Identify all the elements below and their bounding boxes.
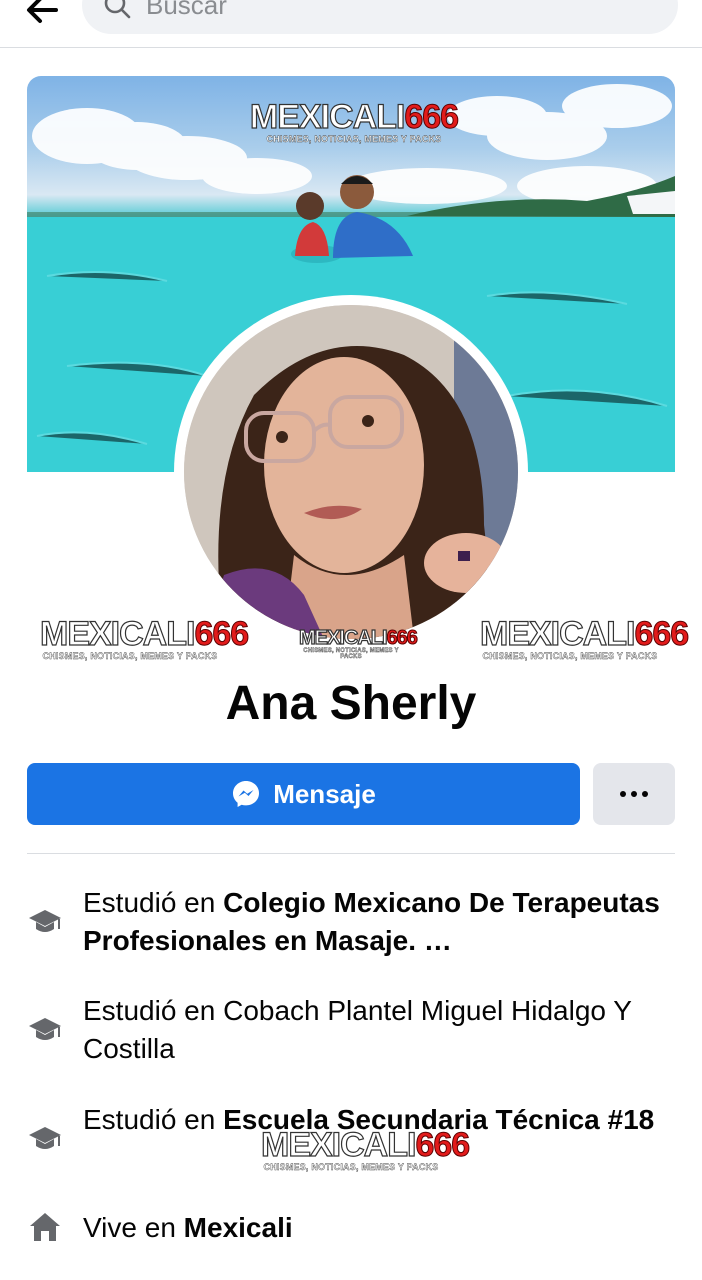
graduation-cap-icon (27, 904, 63, 940)
detail-place[interactable]: Mexicali (184, 1212, 293, 1243)
message-button-label: Mensaje (273, 778, 376, 809)
profile-picture[interactable] (184, 305, 518, 639)
more-dots-icon (620, 791, 648, 797)
search-input[interactable] (146, 0, 626, 21)
back-button[interactable] (18, 0, 66, 34)
profile-page: MEXICALI666 CHISMES, NOTICIAS, MEMES Y P… (0, 0, 702, 1280)
detail-place[interactable]: Escuela Secundaria Técnica #18 (223, 1104, 654, 1135)
back-arrow-icon (27, 0, 58, 23)
detail-prefix: Estudió en (83, 1104, 224, 1135)
top-bar (0, 0, 702, 48)
profile-name: Ana Sherly (225, 677, 477, 730)
detail-education-2[interactable]: Estudió en Cobach Plantel Miguel Hidalgo… (27, 992, 675, 1068)
detail-ellipsis[interactable]: … (416, 925, 452, 956)
detail-location[interactable]: Vive en Mexicali (27, 1209, 675, 1247)
watermark-right: MEXICALI666 CHISMES, NOTICIAS, MEMES Y P… (479, 615, 689, 661)
search-bar[interactable] (82, 0, 678, 34)
section-divider (27, 853, 675, 854)
detail-prefix: Estudió en Cobach Plantel Miguel Hidalgo… (83, 995, 632, 1064)
detail-prefix: Estudió en (83, 887, 224, 918)
graduation-cap-icon (27, 1121, 63, 1157)
watermark-left: MEXICALI666 CHISMES, NOTICIAS, MEMES Y P… (39, 615, 249, 661)
home-icon (27, 1209, 63, 1245)
detail-education-3[interactable]: Estudió en Escuela Secundaria Técnica #1… (27, 1101, 675, 1157)
detail-prefix: Vive en (83, 1212, 184, 1243)
detail-education-1[interactable]: Estudió en Colegio Mexicano De Terapeuta… (27, 884, 675, 960)
more-options-button[interactable] (593, 763, 675, 825)
profile-picture-image (184, 305, 518, 639)
message-button[interactable]: Mensaje (27, 763, 580, 825)
messenger-icon (233, 781, 260, 807)
graduation-cap-icon (27, 1012, 63, 1048)
search-icon (104, 0, 131, 19)
